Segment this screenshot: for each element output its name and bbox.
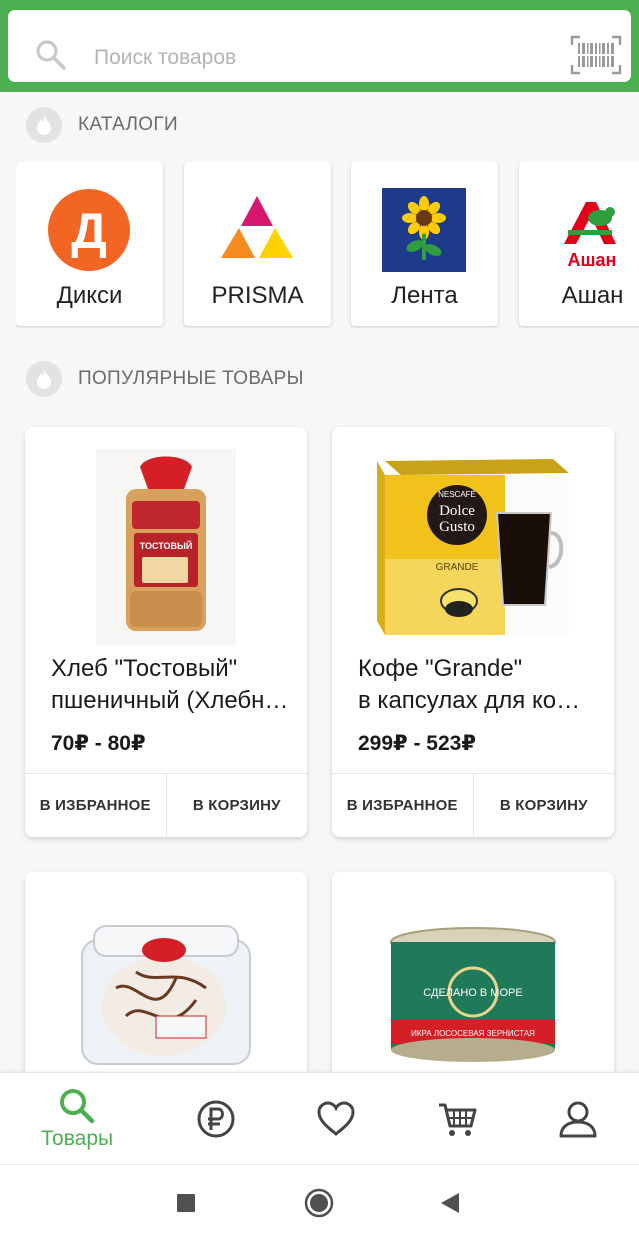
search-bar[interactable]: Поиск товаров	[8, 10, 631, 82]
coffee-package-brand: NESCAFÉ	[438, 490, 476, 499]
bottom-navigation: Товары	[0, 1072, 639, 1164]
product-image: NESCAFÉ Dolce Gusto GRANDE	[332, 449, 614, 649]
system-navigation-bar	[0, 1164, 639, 1239]
caviar-package-line: ИКРА ЛОСОСЕВАЯ ЗЕРНИСТАЯ	[411, 1029, 535, 1038]
product-title-line: Хлеб "Тостовый"	[51, 655, 238, 682]
add-to-favorites-button[interactable]: В ИЗБРАННОЕ	[25, 774, 166, 837]
product-title-line: в капсулах для кофемашины	[358, 687, 596, 714]
product-actions: В ИЗБРАННОЕ В КОРЗИНУ	[332, 773, 614, 837]
catalog-list: Д Дикси PRISMA Лента Ашан Ашан	[16, 162, 639, 328]
nav-item-products[interactable]: Товары	[27, 1073, 127, 1165]
product-image	[25, 916, 307, 1066]
catalogs-header: КАТАЛОГИ	[26, 107, 178, 143]
auchan-logo-text: Ашан	[568, 250, 617, 270]
search-bar-frame: Поиск товаров	[0, 0, 639, 92]
catalog-name: Дикси	[56, 282, 123, 309]
lenta-logo	[382, 188, 466, 272]
bread-package-label: ТОСТОВЫЙ	[140, 540, 193, 551]
heart-icon	[317, 1101, 355, 1136]
cart-icon	[439, 1103, 477, 1136]
home-icon[interactable]	[304, 1188, 334, 1218]
product-actions: В ИЗБРАННОЕ В КОРЗИНУ	[25, 773, 307, 837]
auchan-logo: Ашан	[564, 202, 617, 270]
coffee-image: NESCAFÉ Dolce Gusto GRANDE	[377, 459, 569, 635]
cake-image	[81, 925, 251, 1065]
product-card[interactable]: NESCAFÉ Dolce Gusto GRANDE Кофе "Grande"…	[332, 427, 614, 837]
catalog-name: Лента	[391, 282, 458, 309]
search-input[interactable]: Поиск товаров	[94, 46, 236, 70]
product-image: ТОСТОВЫЙ	[25, 449, 307, 649]
prisma-logo	[221, 196, 293, 258]
popular-title: ПОПУЛЯРНЫЕ ТОВАРЫ	[78, 368, 304, 389]
product-image: СДЕЛАНО В МОРЕ ИКРА ЛОСОСЕВАЯ ЗЕРНИСТАЯ	[332, 924, 614, 1064]
product-title-line: Кофе "Grande"	[358, 655, 523, 682]
diksi-logo-letter: Д	[71, 203, 107, 259]
coffee-package-variant: GRANDE	[436, 562, 479, 573]
add-to-favorites-button[interactable]: В ИЗБРАННОЕ	[332, 774, 473, 837]
product-title-line: пшеничный (Хлебный Дом)	[51, 687, 289, 714]
nav-item-profile[interactable]	[528, 1073, 628, 1165]
product-card[interactable]: ТОСТОВЫЙ Хлеб "Тостовый" пшеничный (Хлеб…	[25, 427, 307, 837]
bread-image: ТОСТОВЫЙ	[96, 449, 236, 645]
back-icon[interactable]	[440, 1192, 460, 1214]
catalog-card-diksi[interactable]: Д Дикси	[16, 162, 163, 326]
nav-item-cart[interactable]	[408, 1073, 508, 1165]
catalog-card-prisma[interactable]: PRISMA	[184, 162, 331, 326]
add-to-cart-button[interactable]: В КОРЗИНУ	[165, 774, 308, 837]
product-title: Хлеб "Тостовый" пшеничный (Хлебный Дом)	[51, 653, 289, 717]
catalog-name: PRISMA	[211, 282, 304, 309]
profile-icon	[559, 1101, 597, 1138]
product-price: 70₽ - 80₽	[51, 732, 146, 755]
product-title: Кофе "Grande" в капсулах для кофемашины	[358, 653, 596, 717]
add-to-cart-button[interactable]: В КОРЗИНУ	[472, 774, 615, 837]
catalog-card-auchan[interactable]: Ашан Ашан	[519, 162, 639, 326]
search-icon	[36, 40, 66, 70]
caviar-package-line: СДЕЛАНО В МОРЕ	[423, 987, 522, 999]
nav-label: Товары	[40, 1127, 114, 1150]
caviar-image: СДЕЛАНО В МОРЕ ИКРА ЛОСОСЕВАЯ ЗЕРНИСТАЯ	[390, 927, 556, 1062]
diksi-logo: Д	[48, 189, 130, 271]
recent-apps-icon[interactable]	[176, 1193, 196, 1213]
flame-icon	[26, 107, 62, 143]
flame-icon	[26, 361, 62, 397]
catalog-card-lenta[interactable]: Лента	[351, 162, 498, 326]
catalogs-title: КАТАЛОГИ	[78, 114, 178, 135]
coffee-package-line: Dolce	[439, 503, 475, 519]
ruble-icon	[197, 1100, 235, 1138]
catalog-name: Ашан	[561, 282, 624, 309]
coffee-package-line: Gusto	[439, 519, 475, 535]
barcode-icon[interactable]	[570, 35, 622, 75]
product-price: 299₽ - 523₽	[358, 732, 476, 755]
nav-item-prices[interactable]	[166, 1073, 266, 1165]
search-icon	[60, 1089, 95, 1124]
popular-header: ПОПУЛЯРНЫЕ ТОВАРЫ	[26, 361, 304, 397]
nav-item-favorites[interactable]	[286, 1073, 386, 1165]
